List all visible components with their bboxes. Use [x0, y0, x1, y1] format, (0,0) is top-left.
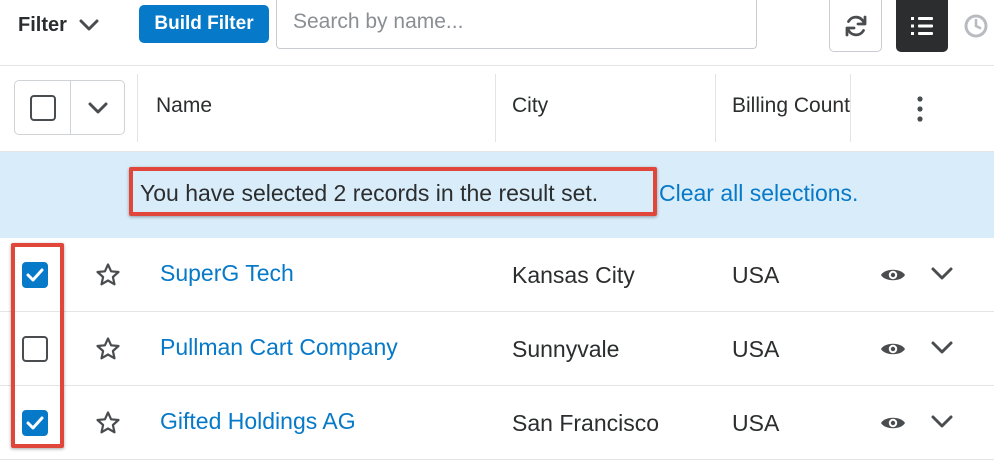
select-all-checkbox[interactable] — [29, 94, 56, 121]
list-view-button[interactable] — [896, 0, 948, 52]
mass-actions-dropdown[interactable] — [72, 81, 124, 134]
star-icon[interactable] — [95, 262, 121, 288]
select-all-control — [14, 80, 125, 135]
activity-stream-button[interactable] — [955, 8, 994, 44]
chevron-down-icon[interactable] — [930, 413, 954, 431]
record-name-link[interactable]: Pullman Cart Company — [160, 334, 398, 361]
table-row: Gifted Holdings AG San Francisco USA — [0, 386, 994, 460]
record-billing-country: USA — [732, 410, 780, 436]
table-header: Name City Billing Country — [0, 66, 994, 152]
eye-icon[interactable] — [879, 337, 907, 361]
chevron-down-icon[interactable] — [930, 339, 954, 357]
more-vertical-icon — [917, 96, 923, 122]
record-name-link[interactable]: Gifted Holdings AG — [160, 408, 356, 435]
clear-selections-link[interactable]: Clear all selections. — [659, 180, 858, 207]
table-row: Pullman Cart Company Sunnyvale USA — [0, 312, 994, 386]
column-options-button[interactable] — [908, 94, 932, 124]
column-header-billing-country[interactable]: Billing Country — [732, 94, 850, 118]
refresh-icon — [845, 15, 866, 36]
clock-icon — [964, 14, 988, 38]
column-divider — [850, 74, 851, 142]
chevron-down-icon[interactable] — [930, 265, 954, 283]
filter-dropdown[interactable]: Filter — [18, 8, 99, 42]
column-divider — [715, 74, 716, 142]
build-filter-button[interactable]: Build Filter — [139, 5, 269, 43]
record-city: Sunnyvale — [512, 336, 620, 362]
star-icon[interactable] — [95, 336, 121, 362]
column-divider — [137, 74, 138, 142]
search-input[interactable] — [276, 0, 757, 49]
highlight-annotation — [129, 167, 657, 216]
highlight-annotation — [11, 243, 64, 448]
list-view-icon — [911, 17, 933, 35]
eye-icon[interactable] — [879, 263, 907, 287]
record-city: San Francisco — [512, 410, 660, 436]
select-all-checkbox-cell[interactable] — [15, 81, 71, 134]
record-city: Kansas City — [512, 262, 635, 288]
column-divider — [495, 74, 496, 142]
chevron-down-icon — [79, 19, 99, 31]
refresh-button[interactable] — [829, 0, 882, 52]
eye-icon[interactable] — [879, 411, 907, 435]
record-billing-country: USA — [732, 336, 780, 362]
chevron-down-icon — [88, 102, 108, 113]
record-name-link[interactable]: SuperG Tech — [160, 260, 294, 287]
list-toolbar: Filter Build Filter — [0, 0, 994, 66]
column-header-city[interactable]: City — [512, 94, 702, 118]
table-row: SuperG Tech Kansas City USA — [0, 238, 994, 312]
filter-label: Filter — [18, 13, 67, 36]
record-billing-country: USA — [732, 262, 780, 288]
star-icon[interactable] — [95, 410, 121, 436]
column-header-name[interactable]: Name — [156, 94, 476, 118]
